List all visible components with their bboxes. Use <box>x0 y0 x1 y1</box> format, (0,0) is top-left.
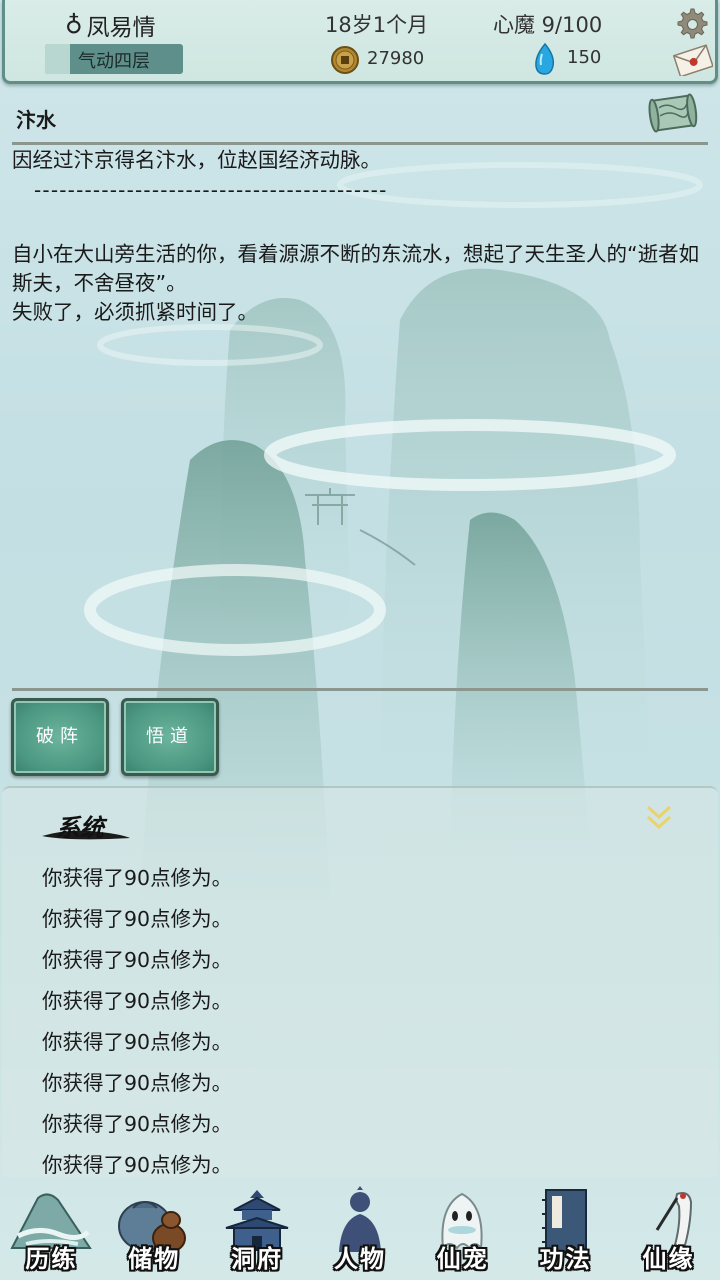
double-chevron-down-icon[interactable] <box>644 802 674 832</box>
nav-label: 功法 <box>539 1244 592 1273</box>
realm-progress-bar: 气动四层 <box>45 44 183 74</box>
log-entry: 你获得了90点修为。 <box>42 1112 233 1136</box>
break-formation-label: 破阵 <box>36 726 84 747</box>
spirit-stone-icon <box>535 42 555 75</box>
realm-label: 气动四层 <box>78 51 150 72</box>
nav-item-fate[interactable]: 仙缘 <box>617 1182 720 1280</box>
nav-label: 仙缘 <box>642 1244 695 1273</box>
log-entry: 你获得了90点修为。 <box>42 948 233 972</box>
log-entry: 你获得了90点修为。 <box>42 1153 233 1177</box>
copper-coin-icon <box>331 46 359 74</box>
story-line: 自小在大山旁生活的你，看着源源不断的东流水，想起了天生圣人的“逝者如斯夫，不舍昼… <box>12 242 700 295</box>
nav-item-character[interactable]: 人物 <box>309 1182 412 1280</box>
system-log-list: 你获得了90点修为。 你获得了90点修为。 你获得了90点修为。 你获得了90点… <box>42 858 232 1186</box>
divider <box>12 688 708 691</box>
coin-count: 27980 <box>367 48 425 69</box>
nav-label: 历练 <box>25 1244 78 1273</box>
nav-label: 储物 <box>128 1244 181 1273</box>
status-bar: ♁ 凤易情 18岁1个月 心魔 9/100 气动四层 27980 150 <box>2 0 718 84</box>
bottom-nav: 历练 储物 洞府 人物 仙宠 功法 仙缘 <box>0 1182 720 1280</box>
system-log-title: 系统 <box>40 808 136 844</box>
nav-label: 洞府 <box>231 1244 284 1273</box>
log-entry: 你获得了90点修为。 <box>42 989 233 1013</box>
mail-icon[interactable] <box>673 44 713 76</box>
dashed-separator: ----------------------------------------… <box>34 178 388 202</box>
comprehend-button[interactable]: 悟道 <box>121 698 219 776</box>
system-log-title-label: 系统 <box>56 813 104 842</box>
log-entry: 你获得了90点修为。 <box>42 1030 233 1054</box>
divider <box>12 142 708 145</box>
gear-icon[interactable] <box>673 6 709 42</box>
nav-item-training[interactable]: 历练 <box>0 1182 103 1280</box>
nav-label: 仙宠 <box>436 1244 489 1273</box>
age-label: 18岁1个月 <box>325 13 429 37</box>
break-formation-button[interactable]: 破阵 <box>11 698 109 776</box>
log-entry: 你获得了90点修为。 <box>42 866 233 890</box>
comprehend-label: 悟道 <box>146 726 194 747</box>
nav-label: 人物 <box>333 1244 386 1273</box>
map-scroll-icon[interactable] <box>646 90 700 138</box>
nav-item-storage[interactable]: 储物 <box>103 1182 206 1280</box>
location-description: 因经过汴京得名汴水，位赵国经济动脉。 <box>12 148 381 172</box>
event-story: 自小在大山旁生活的你，看着源源不断的东流水，想起了天生圣人的“逝者如斯夫，不舍昼… <box>12 240 702 327</box>
location-title: 汴水 <box>16 108 56 132</box>
nav-item-immortal-pet[interactable]: 仙宠 <box>411 1182 514 1280</box>
gender-icon: ♁ <box>65 11 83 39</box>
log-entry: 你获得了90点修为。 <box>42 1071 233 1095</box>
story-line: 失败了，必须抓紧时间了。 <box>12 300 258 324</box>
log-entry: 你获得了90点修为。 <box>42 907 233 931</box>
nav-item-cave-dwelling[interactable]: 洞府 <box>206 1182 309 1280</box>
character-name-label: 凤易情 <box>86 15 156 41</box>
spirit-stone-count: 150 <box>567 47 602 68</box>
heart-demon-label: 心魔 9/100 <box>493 13 603 37</box>
character-name[interactable]: ♁ 凤易情 <box>65 8 156 42</box>
nav-item-techniques[interactable]: 功法 <box>514 1182 617 1280</box>
